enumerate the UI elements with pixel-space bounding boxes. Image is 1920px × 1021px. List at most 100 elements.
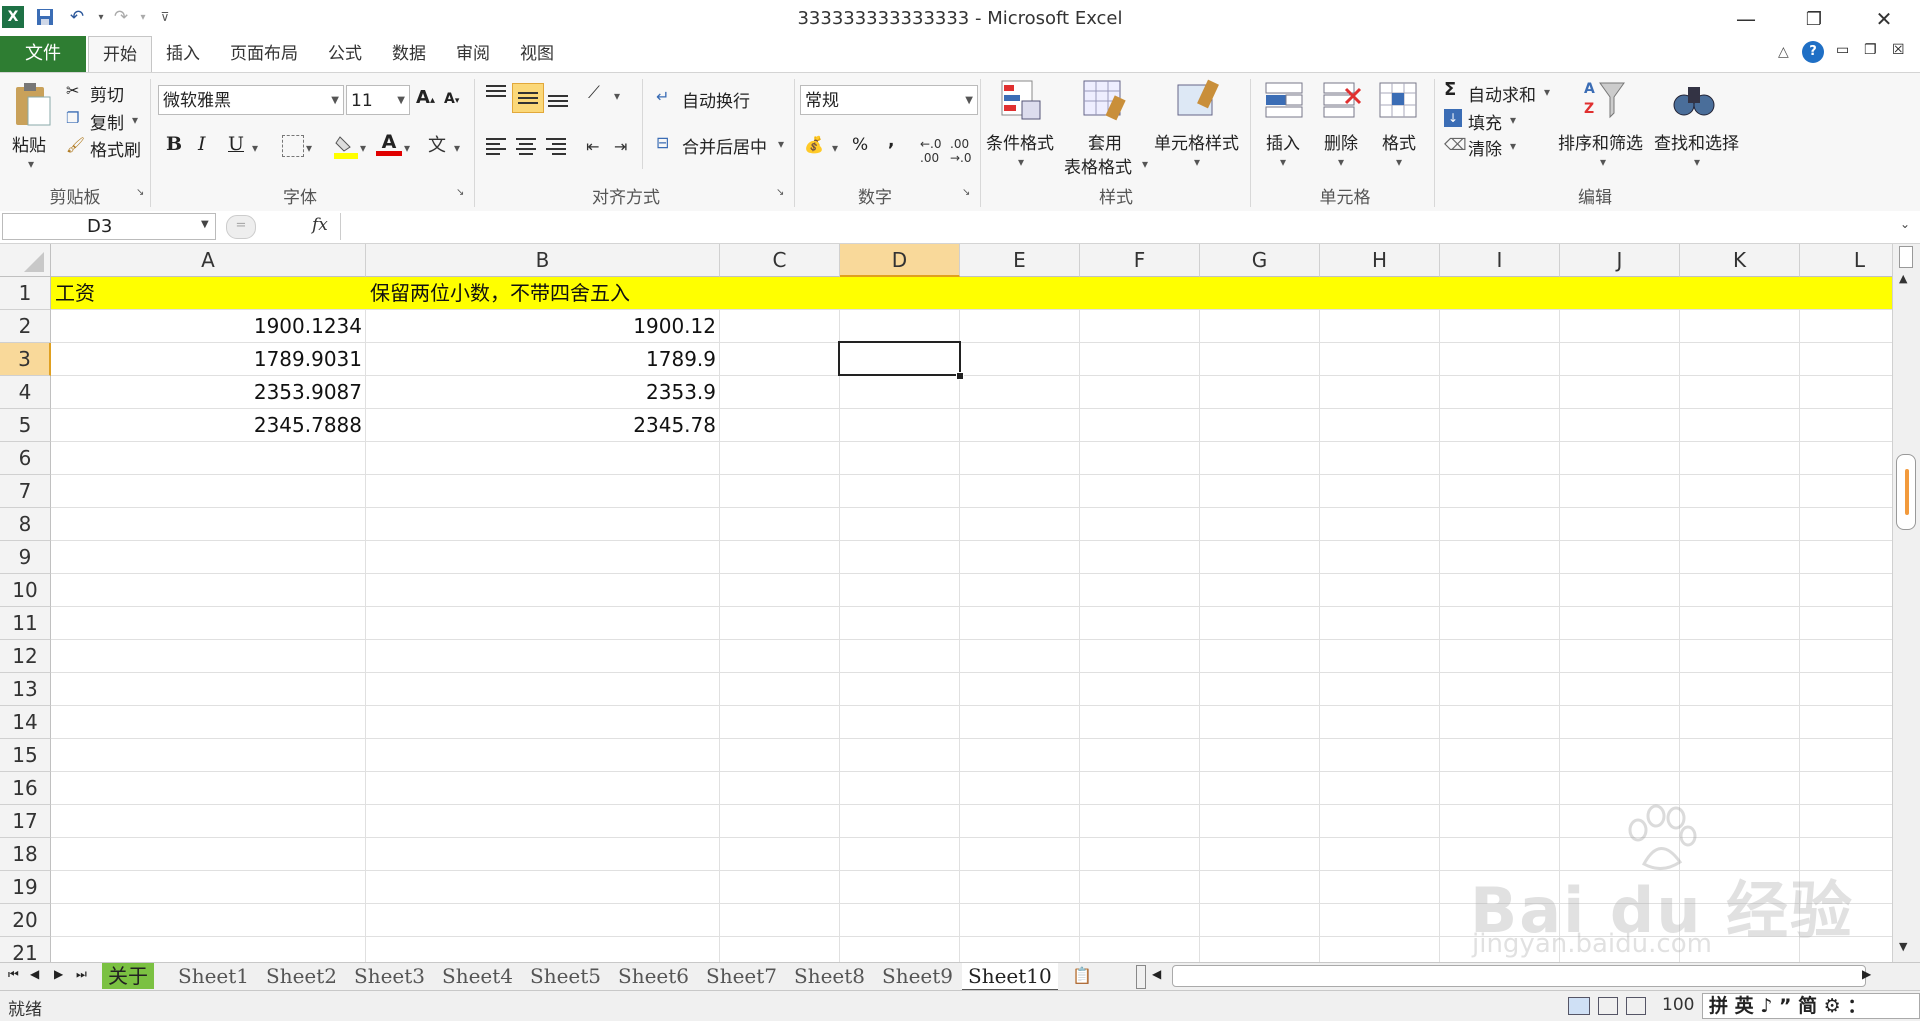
help-icon[interactable]: ? [1802, 41, 1824, 63]
cut-button[interactable]: 剪切 [90, 81, 124, 106]
copy-dropdown-icon[interactable]: ▾ [132, 113, 138, 127]
horizontal-scroll-thumb[interactable] [1172, 965, 1866, 987]
delete-cells-icon[interactable] [1320, 79, 1364, 121]
name-box-dropdown-icon[interactable]: ▼ [201, 219, 209, 230]
conditional-format-button[interactable]: 条件格式 [986, 129, 1054, 154]
number-format-select[interactable]: 常规 ▼ [800, 85, 978, 115]
font-launcher-icon[interactable]: ↘ [456, 187, 464, 198]
minimize-icon[interactable]: — [1722, 2, 1770, 36]
increase-decimal-icon[interactable]: ←.0.00 [920, 137, 942, 165]
cell-a3[interactable]: 1789.9031 [51, 343, 366, 376]
column-header-i[interactable]: I [1440, 244, 1560, 277]
font-name-select[interactable]: 微软雅黑 ▼ [158, 85, 344, 115]
page-layout-view-icon[interactable] [1598, 997, 1618, 1015]
row-header[interactable]: 13 [0, 673, 51, 706]
cell-b2[interactable]: 1900.12 [366, 310, 720, 343]
merge-dropdown-icon[interactable]: ▾ [778, 137, 784, 151]
split-box-icon[interactable] [1899, 246, 1913, 268]
phonetic-icon[interactable]: 文 [428, 131, 446, 157]
comma-button[interactable]: , [888, 131, 894, 151]
clipboard-launcher-icon[interactable]: ↘ [136, 187, 144, 198]
wrap-text-button[interactable]: 自动换行 [682, 87, 750, 112]
row-header[interactable]: 16 [0, 772, 51, 805]
hscroll-right-icon[interactable]: ▶ [1862, 967, 1871, 981]
row-header[interactable]: 2 [0, 310, 51, 343]
collapse-ribbon-icon[interactable]: △ [1778, 44, 1789, 60]
column-header-f[interactable]: F [1080, 244, 1200, 277]
font-size-select[interactable]: 11 ▼ [346, 85, 410, 115]
tab-data[interactable]: 数据 [378, 36, 440, 72]
insert-cells-icon[interactable] [1262, 79, 1306, 121]
row-header[interactable]: 21 [0, 937, 51, 962]
expand-formula-icon[interactable]: ⌄ [1900, 217, 1910, 231]
find-select-icon[interactable] [1672, 79, 1716, 121]
row-header[interactable]: 5 [0, 409, 51, 442]
decrease-decimal-icon[interactable]: .00 →.0 [950, 137, 972, 165]
column-header-d[interactable]: D [840, 244, 960, 277]
insert-cells-button[interactable]: 插入 [1266, 129, 1300, 154]
sheet-tab-4[interactable]: Sheet4 [436, 963, 519, 989]
row-header[interactable]: 18 [0, 838, 51, 871]
close-icon[interactable]: ✕ [1860, 2, 1908, 36]
tab-split-handle[interactable] [1136, 965, 1146, 989]
shrink-font-icon[interactable]: A▾ [444, 91, 459, 107]
underline-button[interactable]: U [228, 133, 244, 155]
row-header[interactable]: 8 [0, 508, 51, 541]
sheet-tab-10[interactable]: Sheet10 [962, 963, 1058, 991]
fill-color-icon[interactable] [334, 133, 358, 159]
sheet-tab-about[interactable]: 关于 [102, 963, 154, 989]
conditional-format-icon[interactable] [1000, 79, 1042, 121]
cell-b5[interactable]: 2345.78 [366, 409, 720, 442]
select-all-corner[interactable] [0, 244, 51, 277]
orientation-icon[interactable]: ⟋ [588, 83, 600, 103]
tab-file[interactable]: 文件 [0, 36, 86, 72]
first-sheet-icon[interactable]: ⏮ [8, 967, 19, 982]
column-header-l[interactable]: L [1800, 244, 1892, 277]
align-center-icon[interactable] [514, 135, 538, 157]
number-launcher-icon[interactable]: ↘ [962, 187, 970, 198]
cell-a2[interactable]: 1900.1234 [51, 310, 366, 343]
sort-filter-button[interactable]: 排序和筛选 [1558, 129, 1643, 154]
grow-font-icon[interactable]: A▴ [416, 87, 435, 108]
alignment-launcher-icon[interactable]: ↘ [776, 187, 784, 198]
row-header[interactable]: 11 [0, 607, 51, 640]
percent-button[interactable]: % [852, 135, 868, 155]
clear-button[interactable]: 清除 [1468, 135, 1502, 160]
doc-close-icon[interactable]: ☒ [1892, 42, 1905, 58]
tab-page-layout[interactable]: 页面布局 [216, 36, 312, 72]
ime-toolbar[interactable]: 拼 英 ♪ ” 简 ⚙ ： [1702, 993, 1920, 1019]
format-cells-button[interactable]: 格式 [1382, 129, 1416, 154]
sort-filter-icon[interactable]: AZ [1582, 77, 1626, 121]
insert-dropdown-icon[interactable]: ▾ [1280, 155, 1286, 169]
fill-color-dropdown-icon[interactable]: ▾ [360, 141, 366, 155]
column-header-b[interactable]: B [366, 244, 720, 277]
column-header-g[interactable]: G [1200, 244, 1320, 277]
format-as-table-dropdown-icon[interactable]: ▾ [1142, 157, 1148, 171]
align-middle-icon[interactable] [512, 83, 544, 113]
cell-b4[interactable]: 2353.9 [366, 376, 720, 409]
scroll-down-icon[interactable]: ▼ [1899, 940, 1907, 953]
doc-restore-icon[interactable]: ❐ [1864, 42, 1877, 58]
sheet-tab-6[interactable]: Sheet6 [612, 963, 695, 989]
row-header[interactable]: 9 [0, 541, 51, 574]
currency-icon[interactable]: 💰 [804, 135, 824, 154]
cell-a4[interactable]: 2353.9087 [51, 376, 366, 409]
scroll-up-icon[interactable]: ▲ [1899, 272, 1907, 285]
border-icon[interactable] [282, 135, 304, 157]
insert-function-icon[interactable]: fx [312, 215, 328, 235]
merge-center-button[interactable]: 合并后居中 [682, 133, 767, 158]
tab-insert[interactable]: 插入 [152, 36, 214, 72]
tab-review[interactable]: 审阅 [442, 36, 504, 72]
clear-dropdown-icon[interactable]: ▾ [1510, 139, 1516, 153]
row-header[interactable]: 15 [0, 739, 51, 772]
delete-dropdown-icon[interactable]: ▾ [1338, 155, 1344, 169]
find-dropdown-icon[interactable]: ▾ [1694, 155, 1700, 169]
currency-dropdown-icon[interactable]: ▾ [832, 141, 838, 155]
autosum-dropdown-icon[interactable]: ▾ [1544, 85, 1550, 99]
cell-b3[interactable]: 1789.9 [366, 343, 720, 376]
sheet-tab-1[interactable]: Sheet1 [172, 963, 255, 989]
border-dropdown-icon[interactable]: ▾ [306, 141, 312, 155]
name-box[interactable]: D3 ▼ [2, 213, 216, 240]
row-header[interactable]: 10 [0, 574, 51, 607]
find-select-button[interactable]: 查找和选择 [1654, 129, 1739, 154]
